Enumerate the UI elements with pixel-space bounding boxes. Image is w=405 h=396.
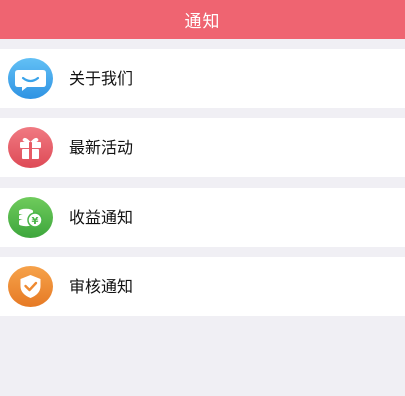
menu-item-label: 最新活动 bbox=[69, 138, 134, 157]
menu-item-about-us[interactable]: 关于我们 bbox=[0, 49, 405, 108]
coins-yen-icon: ¥ bbox=[8, 197, 53, 238]
smile-chat-icon bbox=[8, 58, 53, 99]
menu-item-review-notice[interactable]: 审核通知 bbox=[0, 257, 405, 316]
page-title: 通知 bbox=[184, 12, 221, 32]
menu-item-earnings-notice[interactable]: ¥ 收益通知 bbox=[0, 188, 405, 247]
menu-item-label: 关于我们 bbox=[69, 69, 134, 88]
shield-check-icon bbox=[8, 266, 53, 307]
gift-icon bbox=[8, 127, 53, 168]
menu-item-label: 审核通知 bbox=[69, 277, 134, 296]
title-bar: 通知 bbox=[0, 0, 405, 39]
menu-item-latest-activities[interactable]: 最新活动 bbox=[0, 118, 405, 177]
svg-text:¥: ¥ bbox=[32, 216, 39, 227]
menu-item-label: 收益通知 bbox=[69, 208, 134, 227]
